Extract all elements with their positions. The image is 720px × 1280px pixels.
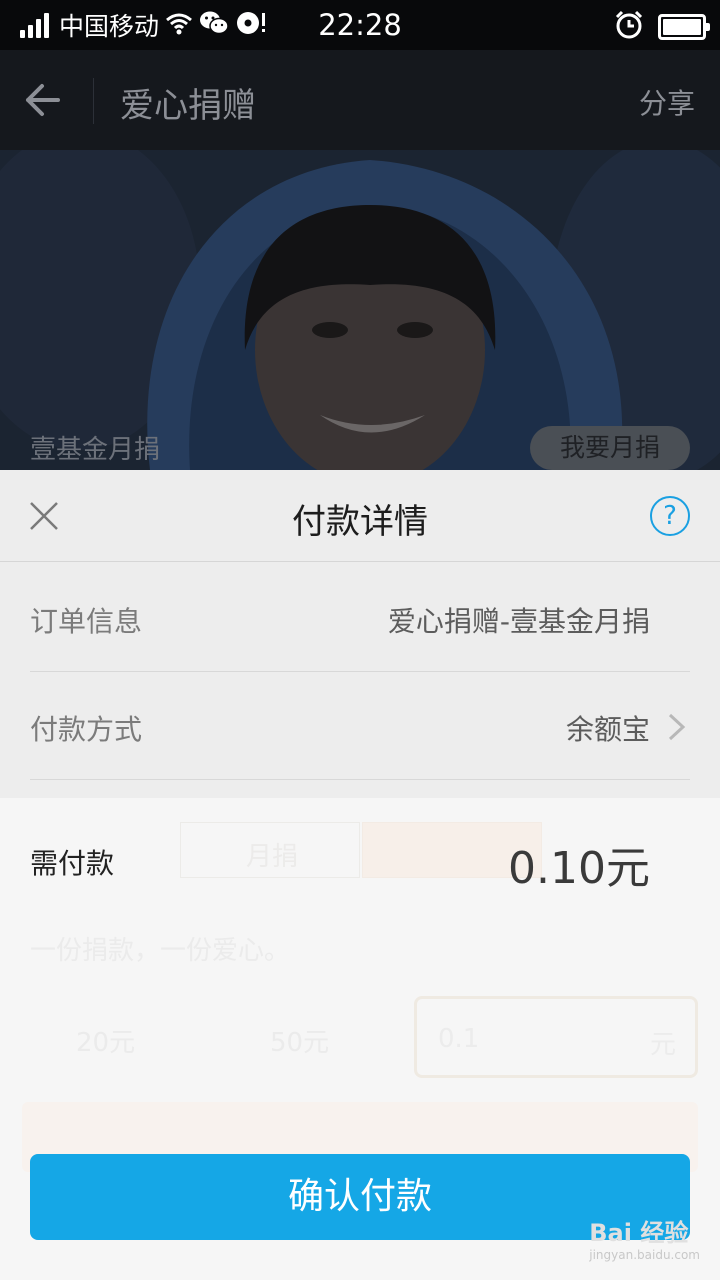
amount-due-label: 需付款 xyxy=(30,847,115,880)
amount-due-value: 0.10元 xyxy=(508,843,650,894)
ghost-custom-unit: 元 xyxy=(650,1030,677,1060)
ghost-slogan: 一份捐款，一份爱心。 xyxy=(30,936,291,966)
clock: 22:28 xyxy=(318,8,402,42)
payment-method-row[interactable]: 付款方式 余额宝 xyxy=(30,672,690,780)
ghost-amount-20: 20元 xyxy=(76,1028,136,1058)
order-info-row: 订单信息 爱心捐赠-壹基金月捐 xyxy=(30,564,690,672)
alarm-icon xyxy=(614,10,644,44)
divider xyxy=(93,78,94,124)
payment-method-label: 付款方式 xyxy=(30,713,143,746)
ghost-amount-50: 50元 xyxy=(270,1028,330,1058)
ghost-tab-label: 月捐 xyxy=(246,842,299,872)
back-arrow-icon[interactable] xyxy=(22,78,70,122)
status-bar: 中国移动 22:28 xyxy=(0,0,720,50)
hero-caption: 壹基金月捐 xyxy=(30,435,161,465)
sheet-header: 付款详情 ? xyxy=(0,470,720,562)
monthly-donate-button[interactable]: 我要月捐 xyxy=(530,426,690,470)
help-icon[interactable]: ? xyxy=(650,496,690,536)
page-title: 爱心捐赠 xyxy=(120,86,256,126)
baidu-watermark: Bai 经验 jingyan.baidu.com xyxy=(589,1213,700,1262)
battery-level xyxy=(663,19,701,35)
share-button[interactable]: 分享 xyxy=(639,82,695,122)
app-bar: 爱心捐赠 分享 xyxy=(0,50,720,150)
watermark-logo: Bai 经验 xyxy=(589,1219,689,1247)
chevron-right-icon xyxy=(666,712,688,742)
sheet-title: 付款详情 xyxy=(292,502,428,542)
watermark-url: jingyan.baidu.com xyxy=(589,1248,700,1262)
order-info-label: 订单信息 xyxy=(30,605,143,638)
hero-banner: 壹基金月捐 我要月捐 xyxy=(0,150,720,470)
battery-icon xyxy=(658,14,710,40)
divider xyxy=(30,779,690,780)
order-info-value: 爱心捐赠-壹基金月捐 xyxy=(387,605,650,638)
hero-photo xyxy=(0,150,720,470)
payment-method-value: 余额宝 xyxy=(565,713,650,746)
ghost-custom-value: 0.1 xyxy=(438,1024,480,1054)
